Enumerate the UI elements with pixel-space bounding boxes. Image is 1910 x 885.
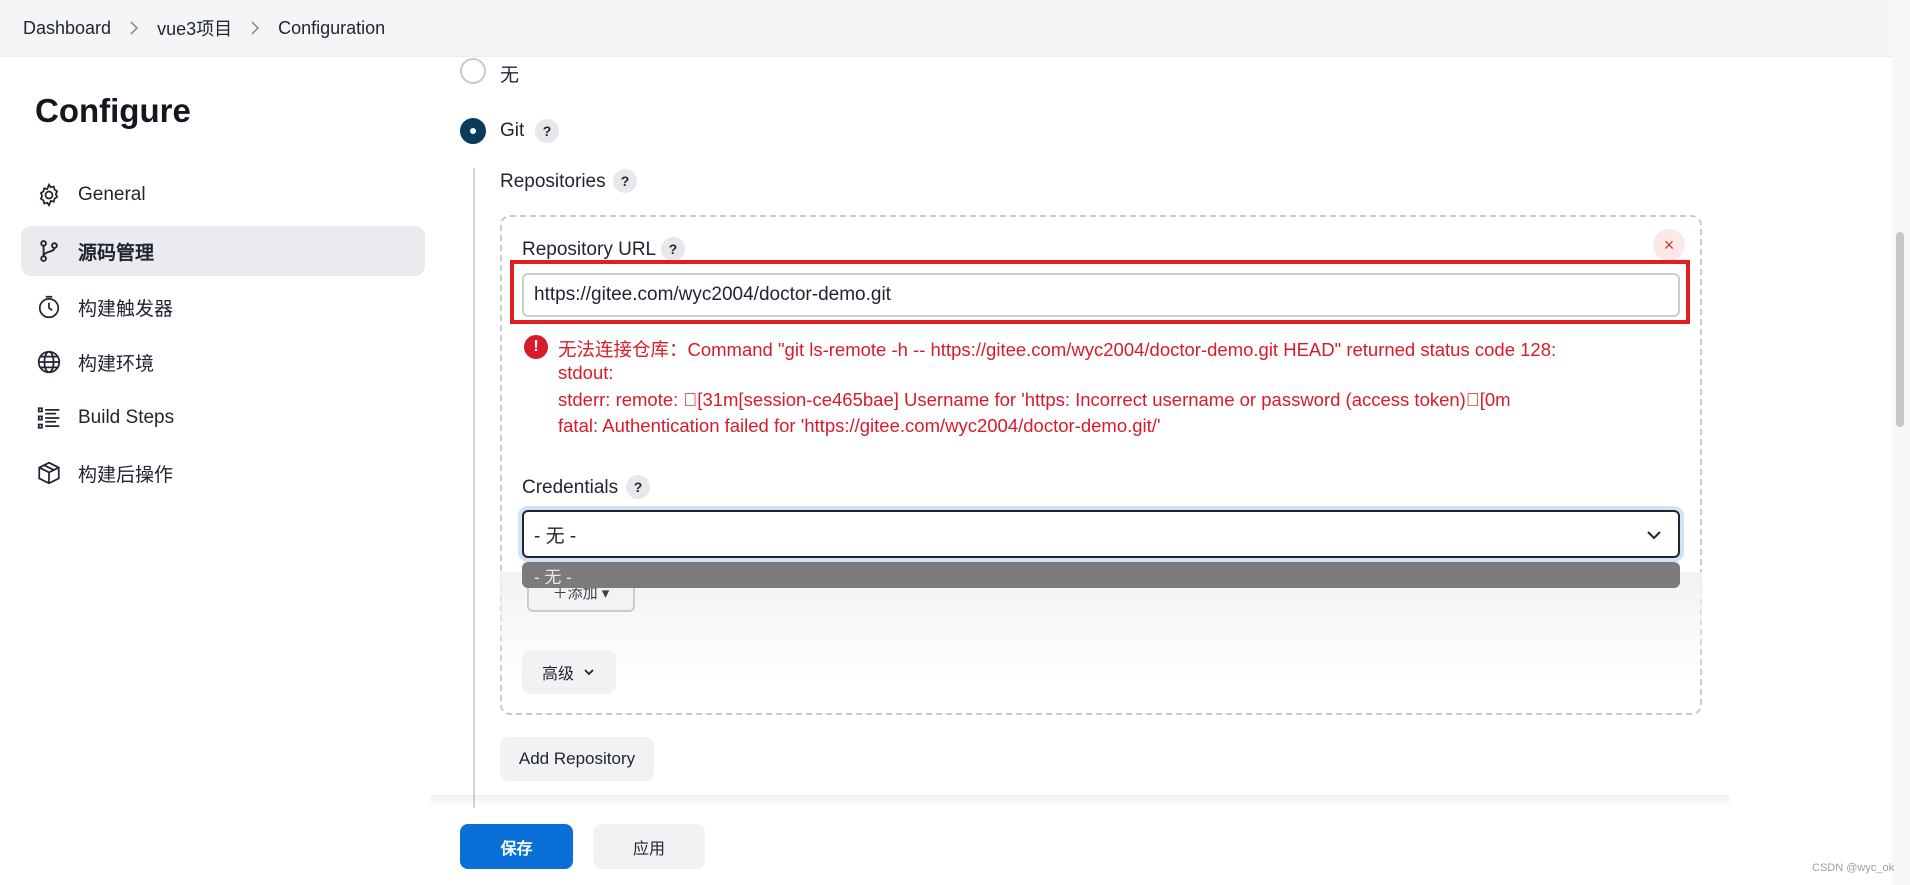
repo-url-label: Repository URL xyxy=(522,239,657,260)
sidebar-item-label: 源码管理 xyxy=(78,242,155,264)
globe-icon xyxy=(35,348,63,376)
radio-none-label: 无 xyxy=(500,65,520,86)
branch-icon xyxy=(35,237,63,265)
clock-icon xyxy=(35,293,63,321)
error-message-line: stderr: remote:  [31m[session-ce465bae] … xyxy=(558,389,1511,410)
breadcrumb-dashboard[interactable]: Dashboard xyxy=(23,18,111,39)
watermark: CSDN @wyc_ok xyxy=(1812,862,1895,874)
breadcrumb: Dashboard vue3项目 Configuration xyxy=(0,0,1892,57)
sidebar-item-post-build[interactable]: 构建后操作 xyxy=(21,448,425,498)
sidebar-item-triggers[interactable]: 构建触发器 xyxy=(21,282,425,332)
chevron-right-icon xyxy=(250,21,260,35)
credentials-label: Credentials xyxy=(522,477,619,498)
credentials-select[interactable]: - 无 - xyxy=(522,510,1680,558)
help-credentials-icon[interactable]: ? xyxy=(626,475,650,499)
footer-shadow xyxy=(430,795,1730,807)
credentials-option[interactable]: - 无 - xyxy=(522,562,1680,588)
sidebar-item-label: 构建后操作 xyxy=(78,464,174,486)
sidebar-item-label: 构建触发器 xyxy=(78,298,174,320)
chevron-down-icon xyxy=(1644,525,1664,551)
credentials-selected-value: - 无 - xyxy=(534,525,577,547)
apply-button[interactable]: 应用 xyxy=(593,824,705,869)
gear-icon xyxy=(35,181,63,209)
sidebar-item-label: Build Steps xyxy=(78,407,175,428)
sidebar-item-build-steps[interactable]: Build Steps xyxy=(21,393,425,443)
sidebar-item-scm[interactable]: 源码管理 xyxy=(21,226,425,276)
radio-git-label: Git xyxy=(500,120,525,141)
advanced-button[interactable]: 高级 xyxy=(522,650,616,694)
list-icon xyxy=(35,404,63,432)
error-message-line: stdout: xyxy=(558,362,614,383)
scrollbar-track[interactable] xyxy=(1892,0,1910,885)
help-repo-url-icon[interactable]: ? xyxy=(661,237,685,261)
repositories-label: Repositories xyxy=(500,171,606,192)
breadcrumb-project[interactable]: vue3项目 xyxy=(157,15,232,41)
error-message-line: fatal: Authentication failed for 'https:… xyxy=(558,415,1161,436)
advanced-label: 高级 xyxy=(541,666,574,683)
package-icon xyxy=(35,459,63,487)
breadcrumb-configuration[interactable]: Configuration xyxy=(278,18,385,39)
close-icon[interactable]: × xyxy=(1653,229,1685,261)
dropdown-shadow xyxy=(500,572,1702,682)
sidebar-item-general[interactable]: General xyxy=(21,170,425,220)
repo-url-input[interactable] xyxy=(522,273,1680,317)
save-button[interactable]: 保存 xyxy=(460,824,573,869)
radio-none[interactable] xyxy=(460,58,486,84)
radio-git[interactable] xyxy=(460,118,486,144)
scrollbar-thumb[interactable] xyxy=(1896,232,1904,427)
sidebar-item-label: 构建环境 xyxy=(78,353,155,375)
chevron-right-icon xyxy=(129,21,139,35)
error-icon: ! xyxy=(524,335,548,359)
help-git-icon[interactable]: ? xyxy=(535,119,559,143)
help-repositories-icon[interactable]: ? xyxy=(613,169,637,193)
add-repository-button[interactable]: Add Repository xyxy=(500,737,654,781)
page-title: Configure xyxy=(35,92,191,129)
sidebar-item-environment[interactable]: 构建环境 xyxy=(21,337,425,387)
chevron-down-icon xyxy=(582,665,596,679)
sidebar-item-label: General xyxy=(78,184,146,205)
section-divider xyxy=(473,168,475,808)
error-message-line: 无法连接仓库：Command "git ls-remote -h -- http… xyxy=(558,339,1557,360)
